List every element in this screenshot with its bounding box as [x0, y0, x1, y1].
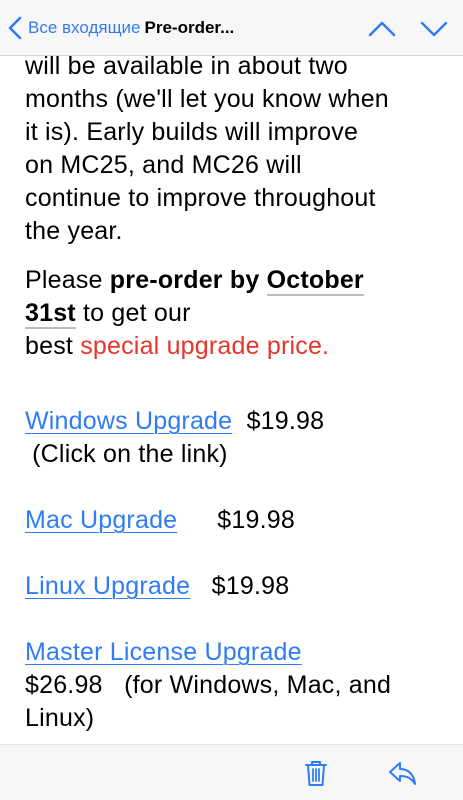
special-price-text: special upgrade price.	[80, 332, 330, 360]
offer-windows: Windows Upgrade $19.98 (Click on the lin…	[25, 405, 445, 471]
message-body: will be available in about two months (w…	[25, 50, 445, 735]
chevron-left-icon	[8, 16, 22, 39]
intro-line: continue to improve throughout	[25, 184, 376, 212]
offer-price: $19.98	[211, 572, 290, 600]
offer-price: $26.98	[25, 671, 103, 699]
offer-note: Linux)	[25, 704, 95, 732]
preorder-date: October	[266, 266, 364, 296]
offer-master: Master License Upgrade $26.98 (for Windo…	[25, 636, 445, 735]
intro-line: on MC25, and MC26 will	[25, 151, 302, 179]
preorder-paragraph: Please pre-order by October 31st to get …	[25, 264, 445, 363]
intro-paragraph: will be available in about two months (w…	[25, 50, 445, 248]
mac-upgrade-link[interactable]: Mac Upgrade	[25, 506, 177, 534]
intro-line: will be available in about two	[25, 52, 348, 80]
offer-mac: Mac Upgrade $19.98	[25, 504, 445, 537]
windows-upgrade-link[interactable]: Windows Upgrade	[25, 407, 232, 435]
message-navigation	[367, 14, 449, 44]
offer-price: $19.98	[217, 506, 295, 534]
chevron-up-icon[interactable]	[367, 14, 397, 44]
preorder-text: Please	[25, 266, 110, 294]
master-license-upgrade-link[interactable]: Master License Upgrade	[25, 638, 302, 666]
preorder-date-day: 31st	[25, 299, 76, 329]
reply-icon[interactable]	[386, 757, 418, 789]
offer-price: $19.98	[246, 407, 325, 435]
message-title: Pre-order...	[144, 17, 235, 37]
intro-line: it is). Early builds will improve	[25, 118, 359, 146]
offer-linux: Linux Upgrade $19.98	[25, 570, 445, 603]
trash-icon[interactable]	[300, 757, 332, 789]
intro-line: the year.	[25, 217, 123, 245]
back-label: Все входящие	[28, 17, 141, 37]
back-button[interactable]: Все входящие	[8, 16, 141, 40]
offer-note: (Click on the link)	[32, 440, 228, 468]
bottom-toolbar	[0, 744, 463, 800]
offer-note: (for Windows, Mac, and	[124, 671, 392, 699]
preorder-bold: pre-order by	[109, 266, 267, 294]
linux-upgrade-link[interactable]: Linux Upgrade	[25, 572, 190, 600]
intro-line: months (we'll let you know when	[25, 85, 389, 113]
navigation-bar: Все входящие Pre-order...	[0, 0, 463, 56]
preorder-text: best	[25, 332, 81, 360]
chevron-down-icon[interactable]	[419, 14, 449, 44]
preorder-text: to get our	[75, 299, 191, 327]
